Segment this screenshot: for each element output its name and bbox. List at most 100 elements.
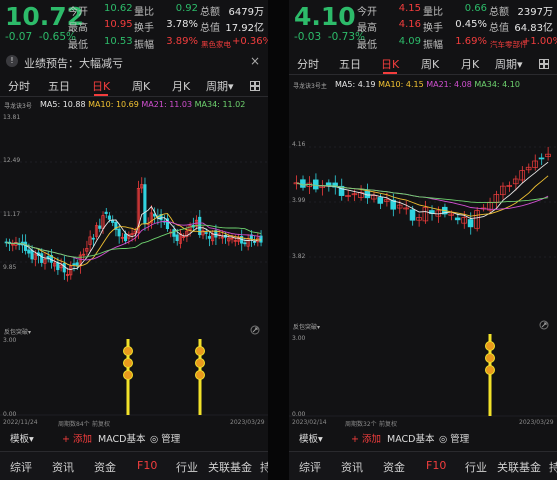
nav-summary[interactable]: 综评 [10, 459, 32, 475]
kline-chart[interactable] [0, 112, 268, 312]
manage-button[interactable]: ◎ 管理 [439, 431, 469, 445]
stock-panel-right: 4.10 -0.03 -0.73% 今开 4.15 量比 0.66 总额 239… [289, 0, 557, 480]
tab-daily-k[interactable]: 日K [381, 56, 399, 74]
bottom-nav: 综评 资讯 资金 F10 行业 关联基金 持 [289, 451, 557, 480]
open-value: 4.15 [398, 3, 421, 14]
manage-button[interactable]: ◎ 管理 [150, 431, 180, 445]
date-end: 2023/03/29 [519, 419, 554, 426]
template-button[interactable]: 模板▾ [299, 431, 323, 445]
mcap-value: 64.83亿 [514, 23, 553, 34]
close-icon[interactable]: × [250, 54, 260, 68]
tab-weekly-k[interactable]: 周K [132, 78, 150, 94]
tab-intraday[interactable]: 分时 [8, 78, 30, 94]
high-label: 最高 [68, 23, 88, 34]
date-start: 2022/11/24 [3, 419, 38, 426]
mcap-label: 总值 [489, 23, 509, 34]
candle [56, 262, 60, 271]
volratio-label: 量比 [423, 7, 443, 18]
grid-icon[interactable] [539, 59, 549, 69]
add-button[interactable]: + 添加 [351, 431, 381, 445]
indicator-name[interactable]: 寻龙诀3号 [4, 101, 32, 110]
turnover-value: 0.45% [455, 19, 487, 30]
totalamt-value: 2397万 [517, 7, 553, 18]
date-start: 2023/02/14 [292, 419, 327, 426]
candle [91, 237, 95, 240]
tab-monthly-k[interactable]: 月K [172, 78, 190, 94]
tab-period[interactable]: 周期▾ [206, 78, 234, 94]
tab-five-day[interactable]: 五日 [48, 78, 70, 94]
nav-holdings[interactable]: 持 [260, 459, 268, 475]
bell-icon: ! [6, 55, 18, 67]
nav-f10[interactable]: F10 [426, 459, 446, 472]
macd-button[interactable]: MACD基本 [98, 431, 145, 445]
turnover-label: 换手 [423, 23, 443, 34]
template-button[interactable]: 模板▾ [10, 431, 34, 445]
open-value: 10.62 [104, 3, 133, 14]
turnover-label: 换手 [134, 23, 154, 34]
ma34-label: MA34: 4.10 [474, 80, 520, 89]
restore-mode[interactable]: 前复权 [379, 419, 397, 428]
volratio-value: 0.66 [464, 3, 487, 14]
notice-bar[interactable]: ! 业绩预告：大幅减亏 × [0, 52, 268, 72]
signal-chart[interactable] [289, 330, 557, 420]
tab-weekly-k[interactable]: 周K [421, 56, 439, 72]
nav-industry[interactable]: 行业 [176, 459, 198, 475]
candle [62, 263, 66, 273]
low-value: 10.53 [104, 36, 133, 47]
sector-change[interactable]: +1.00% [522, 36, 557, 47]
nav-news[interactable]: 资讯 [341, 459, 363, 475]
mcap-value: 17.92亿 [225, 23, 264, 34]
amplitude-label: 振幅 [134, 40, 154, 51]
signal-chart[interactable] [0, 335, 268, 419]
signal-marker [195, 346, 205, 356]
ma10-label: MA10: 4.15 [378, 80, 424, 89]
ma-line [6, 220, 262, 261]
current-price: 4.10 [294, 2, 356, 31]
low-label: 最低 [68, 40, 88, 51]
nav-funds[interactable]: 资金 [94, 459, 116, 475]
signal-marker [485, 341, 495, 351]
ma5-label: MA5: 4.19 [335, 80, 376, 89]
candle [143, 184, 147, 224]
nav-news[interactable]: 资讯 [52, 459, 74, 475]
nav-f10[interactable]: F10 [137, 459, 157, 472]
grid-icon[interactable] [250, 81, 260, 91]
tab-monthly-k[interactable]: 月K [461, 56, 479, 72]
nav-related-fund[interactable]: 关联基金 [497, 459, 541, 475]
tab-five-day[interactable]: 五日 [339, 56, 361, 72]
y-label: 3.82 [292, 253, 306, 260]
nav-summary[interactable]: 综评 [299, 459, 321, 475]
signal-marker [123, 358, 133, 368]
sector-name[interactable]: 黑色家电 [201, 39, 231, 50]
macd-button[interactable]: MACD基本 [387, 431, 434, 445]
ma21-label: MA21: 11.03 [141, 100, 193, 109]
notice-text[interactable]: 业绩预告：大幅减亏 [24, 55, 123, 71]
ma34-label: MA34: 11.02 [194, 100, 246, 109]
nav-related-fund[interactable]: 关联基金 [208, 459, 252, 475]
tab-period[interactable]: 周期▾ [495, 56, 523, 72]
mcap-label: 总值 [200, 23, 220, 34]
high-value: 4.16 [398, 19, 421, 30]
restore-mode[interactable]: 前复权 [92, 419, 110, 428]
totalamt-label: 总额 [489, 7, 509, 18]
candle [243, 242, 247, 245]
y-label: 12.49 [3, 157, 21, 164]
tab-intraday[interactable]: 分时 [297, 56, 319, 72]
expand-icon[interactable] [539, 320, 549, 330]
ma21-label: MA21: 4.08 [426, 80, 472, 89]
indicator-name[interactable]: 寻龙诀3号主 [293, 81, 327, 90]
nav-holdings[interactable]: 持 [549, 459, 557, 475]
stock-panel-left: 10.72 -0.07 -0.65% 今开 10.62 量比 0.92 总额 6… [0, 0, 268, 480]
tab-daily-k[interactable]: 日K [92, 78, 110, 96]
open-label: 今开 [68, 7, 88, 18]
high-label: 最高 [357, 23, 377, 34]
kline-chart[interactable] [289, 92, 557, 312]
candle [104, 211, 108, 214]
nav-industry[interactable]: 行业 [465, 459, 487, 475]
sector-change[interactable]: +0.36% [232, 36, 268, 47]
expand-icon[interactable] [250, 325, 260, 335]
sub-y-label: 0.00 [292, 411, 306, 418]
turnover-value: 3.78% [166, 19, 198, 30]
nav-funds[interactable]: 资金 [383, 459, 405, 475]
add-button[interactable]: + 添加 [62, 431, 92, 445]
